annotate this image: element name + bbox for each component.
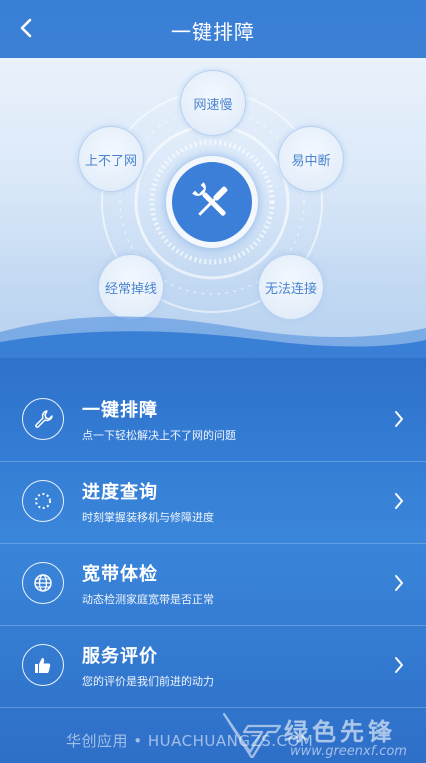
progress-icon (22, 480, 64, 522)
watermark-url: www.greenxf.com (290, 744, 407, 759)
app-screen: 一键排障 网速慢 上不了网 易中断 经常掉线 无法连接 一键排障 点一下轻松解决… (0, 0, 426, 763)
menu-item-progress-query[interactable]: 进度查询 时刻掌握装移机与修障进度 (0, 462, 426, 544)
menu-item-subtitle: 动态检测家庭宽带是否正常 (82, 593, 214, 606)
tools-icon (192, 182, 228, 216)
issue-bubble-no-internet[interactable]: 上不了网 (78, 126, 144, 192)
menu-item-title: 进度查询 (82, 482, 158, 503)
menu-item-title: 服务评价 (82, 646, 158, 667)
menu-item-subtitle: 时刻掌握装移机与修障进度 (82, 511, 214, 524)
chevron-right-icon (395, 493, 403, 509)
issue-bubble-slow-speed[interactable]: 网速慢 (180, 70, 246, 136)
menu-item-subtitle: 您的评价是我们前进的动力 (82, 675, 214, 688)
thumbs-up-icon (22, 644, 64, 686)
globe-icon (22, 562, 64, 604)
menu-item-title: 一键排障 (82, 400, 158, 421)
menu-item-broadband-check[interactable]: 宽带体检 动态检测家庭宽带是否正常 (0, 544, 426, 626)
watermark-brand: 绿色先锋 (284, 718, 396, 746)
watermark-logo-icon (222, 712, 282, 758)
diagnosis-hero: 网速慢 上不了网 易中断 经常掉线 无法连接 (0, 58, 426, 358)
chevron-right-icon (395, 411, 403, 427)
menu-item-service-rating[interactable]: 服务评价 您的评价是我们前进的动力 (0, 626, 426, 708)
issue-bubble-interruption[interactable]: 易中断 (278, 126, 344, 192)
chevron-right-icon (395, 575, 403, 591)
header-bar: 一键排障 (0, 0, 426, 58)
wrench-icon (22, 398, 64, 440)
feature-list: 一键排障 点一下轻松解决上不了网的问题 进度查询 时刻掌握装移机与修障进度 宽带… (0, 380, 426, 708)
menu-item-one-click-fix[interactable]: 一键排障 点一下轻松解决上不了网的问题 (0, 380, 426, 462)
hero-wave (0, 316, 426, 358)
menu-item-subtitle: 点一下轻松解决上不了网的问题 (82, 429, 236, 442)
watermark: 绿色先锋 www.greenxf.com (220, 704, 426, 763)
menu-item-title: 宽带体检 (82, 564, 158, 585)
chevron-right-icon (395, 657, 403, 673)
page-title: 一键排障 (171, 20, 255, 44)
diagnose-start-button[interactable] (166, 156, 258, 248)
